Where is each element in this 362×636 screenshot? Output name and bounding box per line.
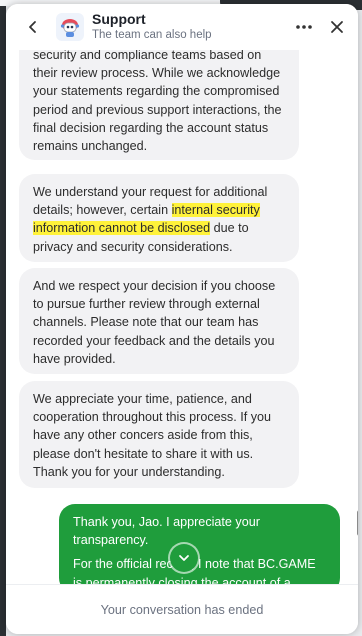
message-list[interactable]: security and compliance teams based on t… bbox=[6, 50, 358, 584]
more-horizontal-icon bbox=[296, 25, 312, 29]
back-button[interactable] bbox=[22, 16, 44, 38]
conversation-ended-status: Your conversation has ended bbox=[100, 602, 264, 617]
support-bot-icon bbox=[60, 19, 80, 37]
scroll-to-bottom-button[interactable] bbox=[170, 544, 198, 572]
agent-message: security and compliance teams based on t… bbox=[19, 50, 299, 160]
chevron-down-icon bbox=[179, 555, 189, 561]
agent-message: We appreciate your time, patience, and c… bbox=[19, 381, 299, 488]
user-message: Thank you, Jao. I appreciate your transp… bbox=[59, 504, 340, 584]
close-button[interactable] bbox=[325, 15, 349, 39]
message-text: For the official record, I note that BC.… bbox=[73, 557, 316, 584]
message-text: security and compliance teams based on t… bbox=[33, 50, 282, 154]
chevron-left-icon bbox=[29, 21, 36, 33]
support-avatar bbox=[56, 13, 84, 41]
message-text: Thank you, Jao. I appreciate your transp… bbox=[73, 515, 260, 548]
more-options-button[interactable] bbox=[292, 16, 316, 38]
support-chat-widget: Support The team can also help security … bbox=[6, 4, 358, 634]
message-text: We appreciate your time, patience, and c… bbox=[33, 392, 272, 479]
scrollbar-thumb[interactable] bbox=[357, 510, 358, 536]
chat-title: Support bbox=[92, 11, 146, 27]
message-text: And we respect your decision if you choo… bbox=[33, 279, 276, 366]
agent-message: And we respect your decision if you choo… bbox=[19, 268, 299, 374]
chat-subtitle: The team can also help bbox=[92, 29, 212, 41]
header-titles: Support The team can also help bbox=[92, 10, 212, 43]
close-icon bbox=[331, 21, 343, 33]
agent-message: We understand your request for additiona… bbox=[19, 174, 299, 262]
chat-header: Support The team can also help bbox=[6, 4, 358, 50]
chat-footer: Your conversation has ended bbox=[6, 584, 358, 634]
